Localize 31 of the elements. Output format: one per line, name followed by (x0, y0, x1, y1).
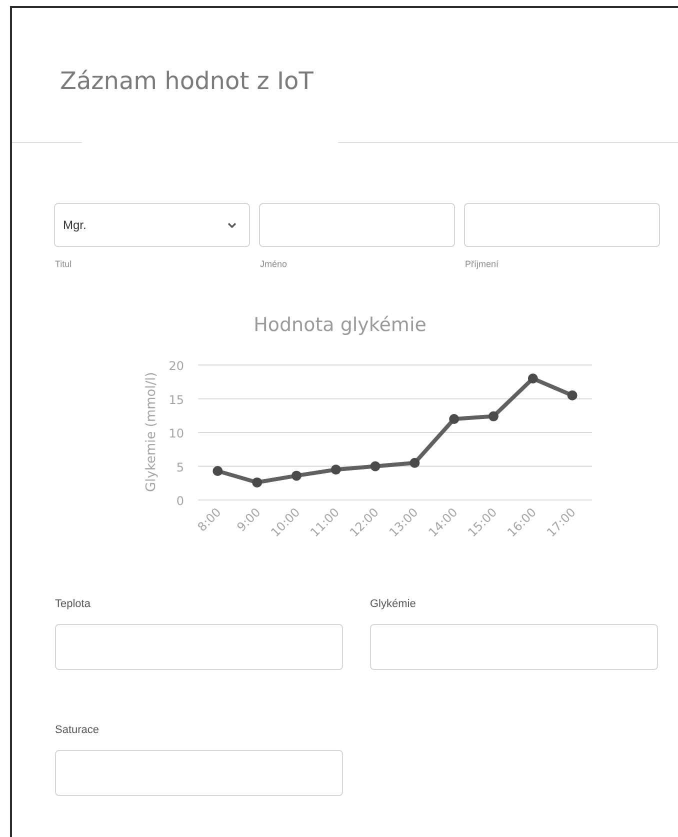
data-point (567, 390, 578, 400)
axis-tick-label: 20 (168, 359, 184, 373)
axis-title: Glykemie (mmol/l) (144, 372, 159, 492)
chart-title: Hodnota glykémie (254, 314, 426, 336)
input-field[interactable] (55, 624, 343, 670)
field-label: Glykémie (370, 598, 416, 610)
axis-tick-label: 15 (168, 392, 184, 407)
field-label: Jméno (260, 259, 288, 269)
data-point (370, 461, 380, 472)
data-point (449, 414, 460, 424)
data-point (252, 477, 262, 488)
input-field[interactable] (55, 750, 343, 796)
data-point (212, 466, 223, 476)
data-point (410, 458, 420, 468)
input-field[interactable] (370, 624, 658, 670)
input-field[interactable] (259, 203, 455, 247)
input-field[interactable] (464, 203, 660, 247)
field-label: Teplota (55, 598, 90, 610)
data-point (330, 464, 341, 475)
axis-tick-label: 10 (168, 426, 184, 440)
field-label: Saturace (55, 724, 100, 736)
data-point (528, 374, 538, 384)
data-point (488, 411, 498, 422)
axis-tick-label: 5 (176, 460, 184, 474)
axis-tick-label: 0 (176, 494, 184, 508)
title-dropdown[interactable]: Mgr. (54, 203, 250, 247)
data-point (292, 470, 302, 481)
field-label: Příjmení (465, 259, 500, 269)
form-title: Záznam hodnot z IoT (60, 67, 314, 95)
chevron-down-icon (227, 222, 237, 228)
field-label: Titul (55, 259, 73, 269)
